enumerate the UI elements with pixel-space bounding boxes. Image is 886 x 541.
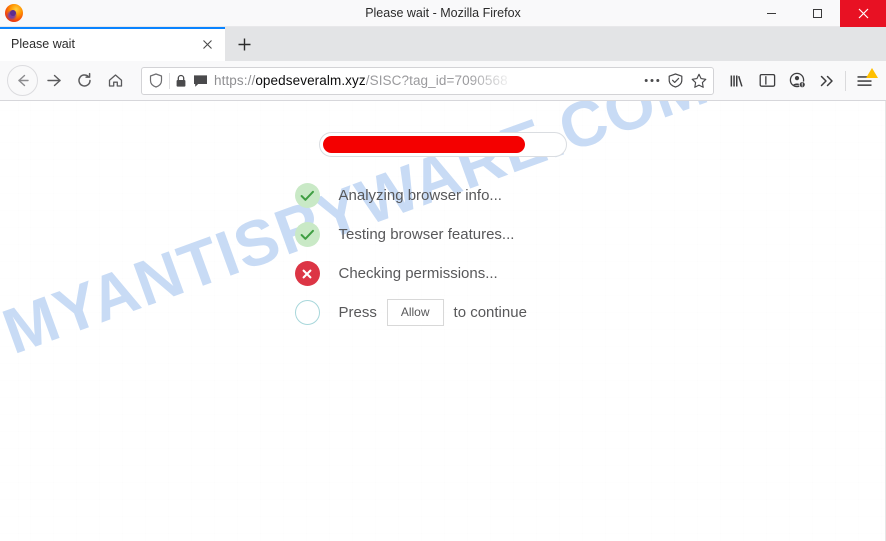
window-controls bbox=[748, 0, 886, 27]
press-allow-instruction: Press Allow to continue bbox=[339, 299, 527, 326]
tab-close-icon[interactable] bbox=[198, 35, 216, 53]
back-button[interactable] bbox=[7, 65, 38, 96]
check-icon bbox=[294, 183, 320, 208]
list-item-label: Checking permissions... bbox=[338, 265, 498, 282]
page-content: MYANTISPYWARE.COM Analyzing browser info… bbox=[0, 101, 886, 541]
padlock-icon[interactable] bbox=[171, 68, 190, 94]
tab-strip: Please wait bbox=[0, 27, 886, 61]
url-scheme: https:// bbox=[214, 73, 256, 88]
minimize-button[interactable] bbox=[748, 0, 794, 27]
hamburger-menu-icon[interactable] bbox=[849, 66, 879, 96]
url-text[interactable]: https://opedseveralm.xyz/SISC?tag_id=709… bbox=[214, 73, 640, 88]
progress-bar-fill bbox=[323, 136, 525, 153]
bookmark-star-icon[interactable] bbox=[687, 68, 711, 94]
cross-icon bbox=[294, 261, 320, 286]
tab-label: Please wait bbox=[11, 37, 75, 51]
account-icon[interactable] bbox=[782, 66, 812, 96]
status-checklist: Analyzing browser info... Testing browse… bbox=[292, 176, 595, 332]
list-item: Checking permissions... bbox=[294, 254, 595, 293]
reader-view-icon[interactable] bbox=[663, 68, 687, 94]
to-continue-label: to continue bbox=[453, 304, 527, 321]
toolbar-right-group bbox=[722, 66, 879, 96]
toolbar-divider bbox=[845, 70, 846, 91]
list-item-label: Testing browser features... bbox=[338, 226, 515, 243]
new-tab-button[interactable] bbox=[225, 27, 263, 61]
list-item-label: Analyzing browser info... bbox=[338, 187, 502, 204]
progress-bar bbox=[319, 132, 567, 157]
home-button[interactable] bbox=[100, 65, 131, 96]
maximize-button[interactable] bbox=[794, 0, 840, 27]
reload-button[interactable] bbox=[69, 65, 100, 96]
window-title-bar: Please wait - Mozilla Firefox bbox=[0, 0, 886, 27]
url-bar[interactable]: https://opedseveralm.xyz/SISC?tag_id=709… bbox=[141, 66, 714, 95]
close-button[interactable] bbox=[840, 0, 886, 27]
library-icon[interactable] bbox=[722, 66, 752, 96]
urlbar-divider bbox=[169, 72, 170, 89]
site-permissions-speech-bubble-icon[interactable] bbox=[190, 68, 211, 94]
press-label: Press bbox=[338, 304, 377, 321]
list-item: Analyzing browser info... bbox=[294, 176, 595, 215]
firefox-logo bbox=[5, 4, 23, 22]
browser-tab-please-wait[interactable]: Please wait bbox=[0, 27, 225, 61]
navigation-toolbar: https://opedseveralm.xyz/SISC?tag_id=709… bbox=[0, 61, 886, 101]
list-item: Press Allow to continue bbox=[294, 293, 595, 332]
url-path: /SISC?tag_id=7090568 bbox=[365, 73, 508, 88]
check-icon bbox=[294, 222, 320, 247]
url-host: opedseveralm.xyz bbox=[255, 73, 366, 88]
forward-button[interactable] bbox=[38, 65, 69, 96]
sidebar-icon[interactable] bbox=[752, 66, 782, 96]
update-warning-badge-icon bbox=[866, 67, 878, 78]
page-actions-ellipsis-icon[interactable] bbox=[640, 68, 663, 94]
empty-circle-icon bbox=[294, 300, 320, 325]
chevron-double-right-icon[interactable] bbox=[812, 66, 842, 96]
allow-button[interactable]: Allow bbox=[386, 299, 444, 326]
tracking-protection-shield-icon[interactable] bbox=[144, 68, 168, 94]
list-item: Testing browser features... bbox=[294, 215, 595, 254]
